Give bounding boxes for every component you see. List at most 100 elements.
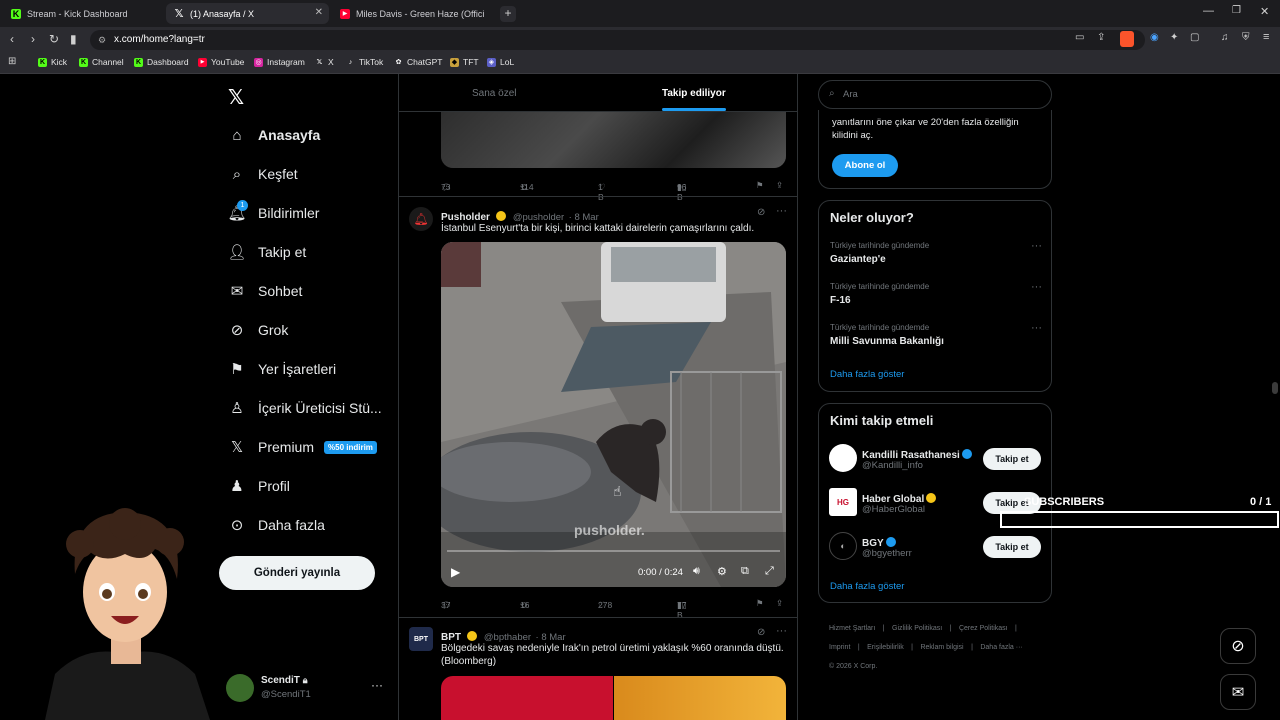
- avatar[interactable]: [829, 444, 857, 472]
- nav-item-chat[interactable]: ✉ Sohbet: [228, 282, 303, 300]
- footer-link[interactable]: Daha fazla ···: [980, 644, 1022, 651]
- trends-show-more-link[interactable]: Daha fazla göster: [830, 369, 904, 380]
- bookmark-youtube[interactable]: ▶ YouTube: [198, 57, 244, 67]
- footer-link[interactable]: Gizlilik Politikası: [892, 625, 942, 632]
- nav-item-home[interactable]: ⌂ Anasayfa: [228, 126, 320, 144]
- grok-explain-icon[interactable]: ⊘: [757, 627, 765, 638]
- apps-grid-icon[interactable]: ⊞: [8, 56, 16, 67]
- bookmark-dashboard[interactable]: K Dashboard: [134, 57, 189, 67]
- who-show-more-link[interactable]: Daha fazla göster: [830, 581, 904, 592]
- footer-link[interactable]: Erişilebilirlik: [867, 644, 904, 651]
- reload-icon[interactable]: ↻: [49, 32, 59, 46]
- volume-icon[interactable]: 🔊︎: [693, 565, 700, 578]
- video-progress-bar[interactable]: [447, 550, 780, 552]
- avatar[interactable]: ◐: [829, 532, 857, 560]
- tweet-media[interactable]: [441, 112, 786, 168]
- bookmark-channel[interactable]: K Channel: [79, 57, 124, 67]
- fullscreen-icon[interactable]: ⤢: [765, 565, 774, 578]
- brave-shield-icon[interactable]: [1120, 31, 1134, 47]
- video-watermark: pusholder.: [574, 522, 645, 538]
- new-tab-button[interactable]: +: [500, 6, 516, 22]
- tweet-media[interactable]: [441, 676, 613, 720]
- bookmark-lol[interactable]: ◈ LoL: [487, 57, 514, 67]
- messages-float-button[interactable]: ✉: [1220, 674, 1256, 710]
- share-tweet-icon[interactable]: ⇪: [776, 180, 783, 191]
- nav-item-notifications[interactable]: 🔔︎ 1 Bildirimler: [227, 200, 319, 222]
- tweet-video[interactable]: pusholder. ▶ 0:00 / 0:24 🔊︎ ⚙ ⧉ ⤢: [441, 242, 786, 587]
- bookmark-tiktok[interactable]: ♪ TikTok: [346, 57, 384, 67]
- bookmark-kick[interactable]: K Kick: [38, 57, 67, 67]
- bookmark-x[interactable]: 𝕏X: [315, 57, 334, 67]
- follow-button[interactable]: Takip et: [983, 536, 1041, 558]
- close-tab-icon[interactable]: ✕: [315, 7, 323, 18]
- site-settings-icon[interactable]: ⚙: [98, 30, 106, 50]
- forward-icon[interactable]: ›: [31, 32, 35, 46]
- play-icon[interactable]: ▶: [451, 565, 460, 579]
- bookmark-instagram[interactable]: ◎ Instagram: [254, 57, 305, 67]
- nav-item-explore[interactable]: ⌕ Keşfet: [228, 165, 298, 183]
- grok-icon: ⊘: [1231, 638, 1245, 655]
- tweet-media[interactable]: [614, 676, 786, 720]
- wallet-icon[interactable]: ◉: [1150, 32, 1159, 43]
- url-input[interactable]: ⚙ x.com/home?lang=tr: [90, 30, 1145, 50]
- avatar[interactable]: 🔔︎: [409, 207, 433, 231]
- grok-explain-icon[interactable]: ⊘: [757, 207, 765, 218]
- x-logo-icon[interactable]: 𝕏: [228, 85, 244, 110]
- extensions-icon[interactable]: ✦: [1170, 32, 1178, 43]
- maximize-window-icon[interactable]: ❐: [1232, 5, 1241, 16]
- back-icon[interactable]: ‹: [10, 32, 14, 46]
- bookmark-page-icon[interactable]: ▮: [70, 32, 77, 46]
- nav-item-premium[interactable]: 𝕏 Premium %50 indirim: [228, 438, 377, 456]
- nav-item-follow[interactable]: 👤︎ Takip et: [227, 243, 306, 261]
- nav-item-profile[interactable]: ♟ Profil: [228, 477, 290, 495]
- avatar[interactable]: HG: [829, 488, 857, 516]
- browser-tab-x[interactable]: 𝕏 (1) Anasayfa / X ✕: [166, 3, 329, 24]
- bookmark-tft[interactable]: ◆ TFT: [450, 57, 479, 67]
- avatar[interactable]: [226, 674, 254, 702]
- nav-item-bookmarks[interactable]: ⚑ Yer İşaretleri: [228, 360, 336, 378]
- nav-item-creator-studio[interactable]: ♙ İçerik Üreticisi Stü...: [228, 399, 381, 417]
- menu-icon[interactable]: ≡: [1263, 31, 1269, 43]
- tweet-more-icon[interactable]: ···: [776, 205, 787, 217]
- share-icon[interactable]: ⇪: [1097, 32, 1105, 43]
- minimize-window-icon[interactable]: —: [1203, 5, 1214, 17]
- browser-tab-youtube[interactable]: ▶ Miles Davis - Green Haze (Officia: [332, 3, 494, 24]
- trend-more-icon[interactable]: ···: [1031, 281, 1042, 293]
- footer-link[interactable]: Hizmet Şartları: [829, 625, 875, 632]
- music-icon[interactable]: ♫: [1221, 32, 1229, 43]
- tab-following[interactable]: Takip ediliyor: [662, 88, 726, 99]
- vpn-icon[interactable]: ⛨: [1242, 32, 1250, 43]
- nav-item-grok[interactable]: ⊘ Grok: [228, 321, 289, 339]
- grok-float-button[interactable]: ⊘: [1220, 628, 1256, 664]
- footer-link[interactable]: Imprint: [829, 644, 850, 651]
- tweet-more-icon[interactable]: ···: [776, 625, 787, 637]
- trend-more-icon[interactable]: ···: [1031, 322, 1042, 334]
- trend-item[interactable]: Türkiye tarihinde gündemde F-16 ···: [830, 281, 1042, 312]
- trend-more-icon[interactable]: ···: [1031, 240, 1042, 252]
- trend-item[interactable]: Türkiye tarihinde gündemde Gaziantep'e ·…: [830, 240, 1042, 271]
- sidebar-icon[interactable]: ▢: [1190, 32, 1199, 43]
- follow-button[interactable]: Takip et: [983, 448, 1041, 470]
- cast-icon[interactable]: ▭: [1075, 32, 1084, 43]
- trend-item[interactable]: Türkiye tarihinde gündemde Milli Savunma…: [830, 322, 1042, 353]
- bookmark-chatgpt[interactable]: ✿ ChatGPT: [394, 57, 443, 67]
- share-tweet-icon[interactable]: ⇪: [776, 598, 783, 609]
- account-more-icon[interactable]: ···: [371, 678, 383, 692]
- trends-card: Neler oluyor? Türkiye tarihinde gündemde…: [818, 200, 1052, 392]
- subscribe-button[interactable]: Abone ol: [832, 154, 898, 177]
- bookmark-tweet-icon[interactable]: ⚑: [756, 598, 764, 609]
- footer-link[interactable]: Reklam bilgisi: [920, 644, 963, 651]
- post-button[interactable]: Gönderi yayınla: [219, 556, 375, 590]
- search-input[interactable]: ⌕ Ara: [818, 80, 1052, 109]
- tab-for-you[interactable]: Sana özel: [472, 88, 516, 99]
- bookmark-tweet-icon[interactable]: ⚑: [756, 180, 764, 191]
- close-window-icon[interactable]: ✕: [1260, 5, 1269, 18]
- browser-tab-kick[interactable]: K Stream - Kick Dashboard: [3, 3, 163, 24]
- trend-category: Türkiye tarihinde gündemde: [830, 282, 930, 291]
- settings-icon[interactable]: ⚙: [717, 565, 727, 578]
- avatar[interactable]: BPT: [409, 627, 433, 651]
- footer-link[interactable]: Çerez Politikası: [959, 625, 1008, 632]
- pip-icon[interactable]: ⧉: [741, 565, 749, 578]
- nav-item-more[interactable]: ⊙ Daha fazla: [228, 516, 325, 534]
- page-scrollbar[interactable]: [1272, 382, 1278, 394]
